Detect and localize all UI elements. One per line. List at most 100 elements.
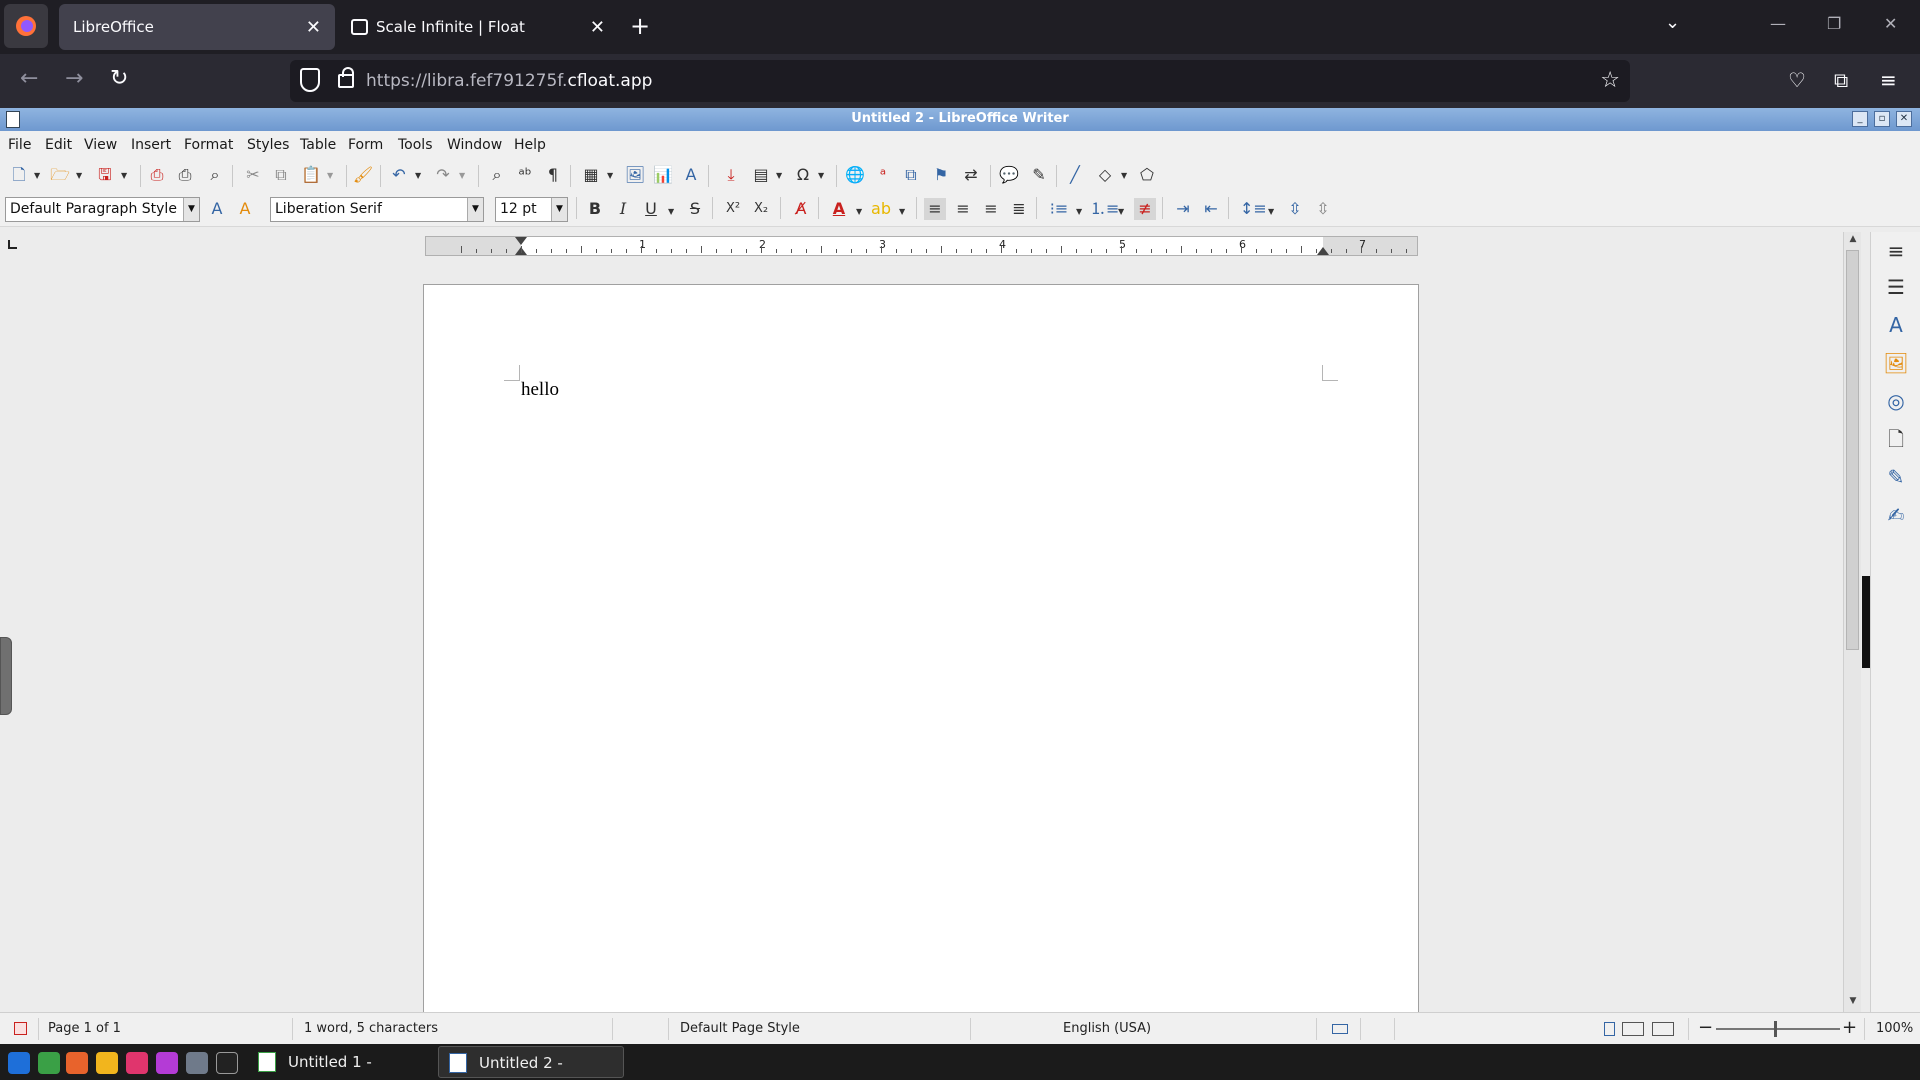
menu-table[interactable]: Table <box>300 137 336 153</box>
scroll-up-arrow-icon[interactable]: ▲ <box>1846 234 1860 248</box>
insert-field-icon[interactable]: ▤ <box>750 164 772 186</box>
navigator-compass-icon[interactable]: ◎ <box>1883 388 1909 414</box>
clear-formatting-icon[interactable]: A̸ <box>790 198 812 220</box>
book-view-icon[interactable] <box>1652 1022 1674 1036</box>
new-dropdown-icon[interactable]: ▼ <box>34 171 40 180</box>
hamburger-menu-icon[interactable]: ≡ <box>1880 68 1897 92</box>
page-break-icon[interactable]: ⤓ <box>720 164 742 186</box>
clone-formatting-icon[interactable]: 🖌 <box>352 164 374 186</box>
menu-form[interactable]: Form <box>348 137 383 153</box>
superscript-icon[interactable]: X² <box>722 198 744 220</box>
tab-scale-infinite[interactable]: Scale Infinite | Float ✕ <box>343 4 619 50</box>
highlight-dropdown-icon[interactable]: ▼ <box>899 207 905 216</box>
lo-maximize-button[interactable]: ▫ <box>1874 111 1890 127</box>
document-modified-icon[interactable] <box>14 1022 27 1035</box>
chevron-down-icon[interactable]: ▼ <box>467 198 483 221</box>
reload-icon[interactable]: ↻ <box>110 68 128 90</box>
open-folder-icon[interactable]: 🗁 <box>49 164 71 186</box>
cut-icon[interactable]: ✂ <box>242 164 264 186</box>
no-list-icon[interactable]: ≢ <box>1134 198 1156 220</box>
zoom-out-icon[interactable]: − <box>1698 1017 1713 1038</box>
save-dropdown-icon[interactable]: ▼ <box>121 171 127 180</box>
close-tab-icon[interactable]: ✕ <box>590 17 605 38</box>
math-launcher-icon[interactable] <box>156 1052 178 1074</box>
find-replace-icon[interactable]: ⌕ <box>486 164 508 186</box>
line-spacing-dropdown-icon[interactable]: ▼ <box>1268 207 1274 216</box>
redo-icon[interactable]: ↷ <box>432 164 454 186</box>
line-spacing-icon[interactable]: ↕≡ <box>1240 198 1267 220</box>
page-style[interactable]: Default Page Style <box>680 1021 800 1036</box>
chevron-down-icon[interactable]: ▼ <box>183 198 199 221</box>
chevron-down-icon[interactable]: ▼ <box>551 198 567 221</box>
single-page-view-icon[interactable] <box>1604 1022 1615 1036</box>
print-preview-icon[interactable]: ⌕ <box>204 164 226 186</box>
close-tab-icon[interactable]: ✕ <box>306 17 321 38</box>
multi-page-view-icon[interactable] <box>1622 1022 1644 1036</box>
increase-paragraph-spacing-icon[interactable]: ⇳ <box>1284 198 1306 220</box>
increase-indent-icon[interactable]: ⇥ <box>1172 198 1194 220</box>
paste-icon[interactable]: 📋 <box>300 164 322 186</box>
url-bar[interactable]: https://libra.fef791275f.cfloat.app ☆ <box>290 60 1630 102</box>
menu-format[interactable]: Format <box>184 137 233 153</box>
special-character-icon[interactable]: Ω <box>792 164 814 186</box>
font-name-combo[interactable]: Liberation Serif ▼ <box>270 197 484 222</box>
bold-icon[interactable]: B <box>584 198 606 220</box>
page-count[interactable]: Page 1 of 1 <box>48 1021 121 1036</box>
url-text[interactable]: https://libra.fef791275f.cfloat.app <box>366 71 652 91</box>
hyperlink-icon[interactable]: 🌐 <box>844 164 866 186</box>
document-canvas[interactable]: hello <box>0 257 1843 1024</box>
properties-icon[interactable]: ☰ <box>1883 274 1909 300</box>
document-page[interactable]: hello <box>423 284 1419 1024</box>
vertical-scrollbar[interactable]: ▲ ▼ <box>1843 232 1861 1012</box>
underline-dropdown-icon[interactable]: ▼ <box>668 207 674 216</box>
language[interactable]: English (USA) <box>1063 1021 1151 1036</box>
sidebar-menu-icon[interactable]: ≡ <box>1883 238 1909 264</box>
extensions-icon[interactable]: ⧉ <box>1834 68 1848 92</box>
align-left-icon[interactable]: ≡ <box>924 198 946 220</box>
bullet-list-icon[interactable]: ⁝≡ <box>1048 198 1070 220</box>
menu-tools[interactable]: Tools <box>398 137 433 153</box>
menu-insert[interactable]: Insert <box>131 137 171 153</box>
scroll-down-arrow-icon[interactable]: ▼ <box>1846 996 1860 1010</box>
media-launcher-icon[interactable] <box>126 1052 148 1074</box>
draw-functions-icon[interactable]: ⬠ <box>1136 164 1158 186</box>
update-style-icon[interactable]: A <box>206 198 228 220</box>
lock-icon[interactable] <box>338 67 354 88</box>
strikethrough-icon[interactable]: S <box>684 198 706 220</box>
align-center-icon[interactable]: ≡ <box>952 198 974 220</box>
impress-launcher-icon[interactable] <box>66 1052 88 1074</box>
new-style-icon[interactable]: A <box>234 198 256 220</box>
copy-icon[interactable]: ⧉ <box>270 164 292 186</box>
document-body-text[interactable]: hello <box>521 379 559 401</box>
taskbar-window-untitled-1[interactable]: Untitled 1 - LibreO... <box>248 1046 430 1078</box>
field-dropdown-icon[interactable]: ▼ <box>776 171 782 180</box>
redo-dropdown-icon[interactable]: ▼ <box>459 171 465 180</box>
footnote-icon[interactable]: ᵃ <box>872 164 894 186</box>
table-dropdown-icon[interactable]: ▼ <box>607 171 613 180</box>
align-right-icon[interactable]: ≡ <box>980 198 1002 220</box>
navigator-icon[interactable]: ⇄ <box>960 164 982 186</box>
forward-arrow-icon[interactable]: → <box>65 68 83 90</box>
font-size-combo[interactable]: 12 pt ▼ <box>495 197 568 222</box>
subscript-icon[interactable]: X₂ <box>750 198 772 220</box>
spelling-icon[interactable]: ᵃᵇ <box>514 164 536 186</box>
bullets-dropdown-icon[interactable]: ▼ <box>1076 207 1082 216</box>
sidebar-deck-handle[interactable] <box>1862 576 1870 668</box>
insert-chart-icon[interactable]: 📊 <box>652 164 674 186</box>
firefox-menu-button[interactable] <box>4 4 48 48</box>
horizontal-ruler[interactable]: 1 2 3 4 5 6 7 <box>425 236 1418 256</box>
restore-window-button[interactable]: ❐ <box>1827 14 1841 33</box>
cross-reference-icon[interactable]: ⧉ <box>900 164 922 186</box>
special-char-dropdown-icon[interactable]: ▼ <box>818 171 824 180</box>
style-inspector-icon[interactable]: ✎ <box>1883 464 1909 490</box>
track-changes-icon[interactable]: ✎ <box>1028 164 1050 186</box>
file-manager-icon[interactable] <box>186 1052 208 1074</box>
insert-image-icon[interactable]: 🖼 <box>624 164 646 186</box>
menu-edit[interactable]: Edit <box>45 137 72 153</box>
word-count[interactable]: 1 word, 5 characters <box>304 1021 438 1036</box>
menu-file[interactable]: File <box>8 137 31 153</box>
comment-icon[interactable]: 💬 <box>998 164 1020 186</box>
gallery-icon[interactable]: 🖼 <box>1883 350 1909 376</box>
numbered-list-icon[interactable]: ⒈≡ <box>1090 198 1119 220</box>
chevron-down-icon[interactable]: ⌄ <box>1665 12 1680 33</box>
